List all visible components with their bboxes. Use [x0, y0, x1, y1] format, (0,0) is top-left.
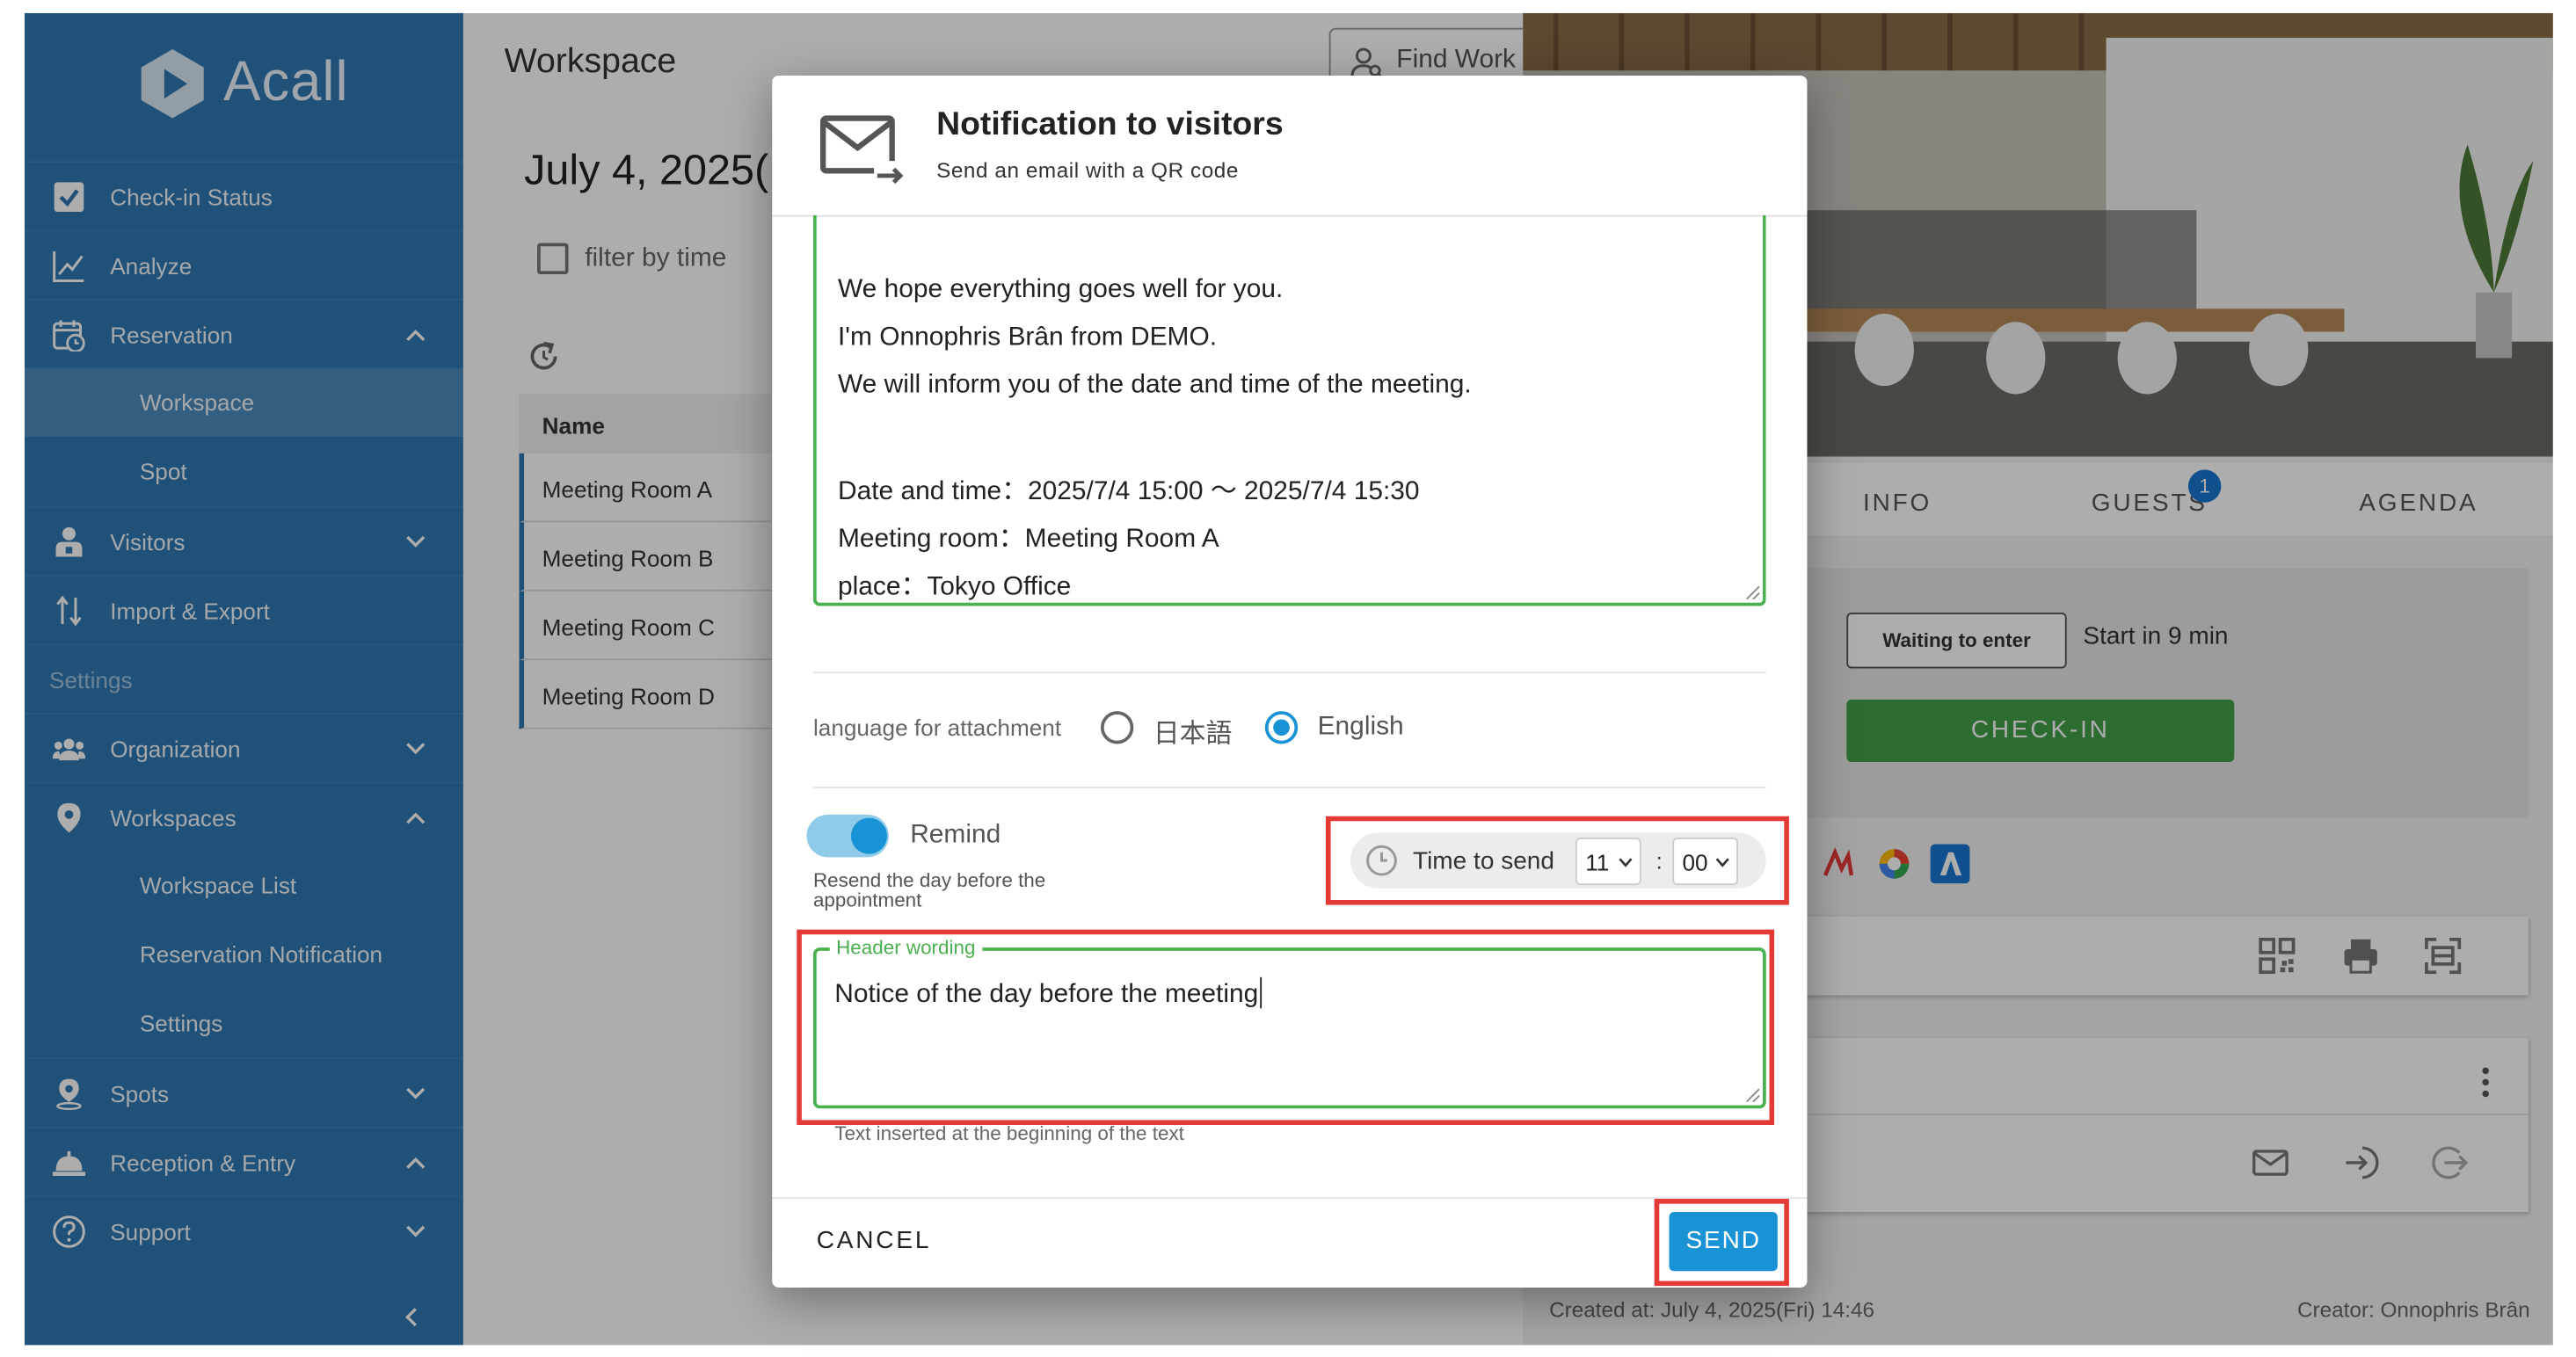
- resend-note: Resend the day before the appointment: [812, 868, 1046, 912]
- remind-label: Remind: [910, 821, 1001, 850]
- radio-japanese-label[interactable]: 日本語: [1153, 711, 1233, 751]
- cancel-button[interactable]: CANCEL: [817, 1227, 932, 1255]
- header-wording-help: Text inserted at the beginning of the te…: [834, 1121, 1184, 1145]
- email-body-textarea[interactable]: We hope everything goes well for you. I'…: [812, 214, 1766, 606]
- dialog-subtitle: Send an email with a QR code: [936, 157, 1239, 183]
- radio-japanese[interactable]: [1100, 711, 1134, 744]
- body-line: place：Tokyo Office: [837, 573, 1072, 601]
- highlight-time-to-send: [1325, 816, 1789, 905]
- body-line: Meeting room：Meeting Room A: [837, 525, 1219, 554]
- body-line: We will inform you of the date and time …: [837, 371, 1472, 400]
- resize-handle-icon[interactable]: [1746, 586, 1760, 600]
- highlight-send-button: [1654, 1199, 1789, 1287]
- dialog-header: Notification to visitors Send an email w…: [772, 76, 1808, 217]
- remind-toggle[interactable]: [806, 814, 889, 858]
- body-line: Date and time：2025/7/4 15:00 〜 2025/7/4 …: [837, 477, 1420, 506]
- dialog-footer-divider: [772, 1197, 1808, 1200]
- section-divider: [812, 787, 1766, 788]
- body-line: I'm Onnophris Brân from DEMO.: [837, 323, 1218, 352]
- radio-english[interactable]: [1264, 711, 1299, 744]
- radio-english-label[interactable]: English: [1318, 713, 1404, 743]
- dialog-title: Notification to visitors: [936, 106, 1284, 143]
- language-label: language for attachment: [812, 714, 1062, 741]
- remind-toggle-knob: [850, 817, 888, 854]
- body-line: We hope everything goes well for you.: [837, 275, 1284, 304]
- screen: Acall Check-in Status Analyze Reservatio…: [0, 0, 2576, 1357]
- mail-send-icon: [819, 115, 907, 188]
- highlight-header-wording: [797, 929, 1775, 1125]
- section-divider: [812, 671, 1766, 674]
